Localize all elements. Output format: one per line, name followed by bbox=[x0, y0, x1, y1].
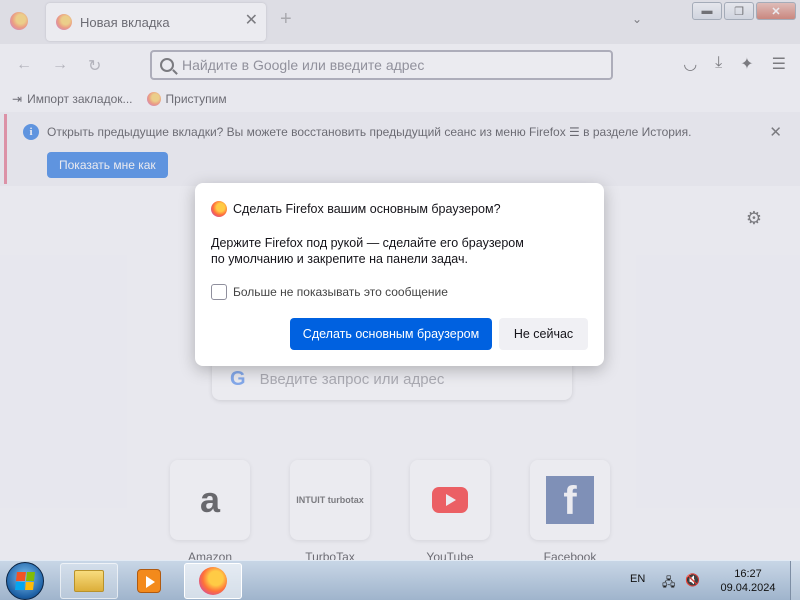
default-browser-dialog: Сделать Firefox вашим основным браузером… bbox=[195, 183, 604, 366]
media-player-icon bbox=[137, 569, 161, 593]
checkbox-box[interactable] bbox=[211, 284, 227, 300]
dialog-title: Сделать Firefox вашим основным браузером… bbox=[211, 201, 501, 217]
taskbar-firefox[interactable] bbox=[184, 563, 242, 599]
checkbox-label: Больше не показывать это сообщение bbox=[233, 285, 448, 299]
not-now-button[interactable]: Не сейчас bbox=[499, 318, 588, 350]
dialog-body: Держите Firefox под рукой — сделайте его… bbox=[211, 236, 524, 266]
dialog-title-text: Сделать Firefox вашим основным браузером… bbox=[233, 202, 501, 216]
set-default-button[interactable]: Сделать основным браузером bbox=[290, 318, 492, 350]
clock-time: 16:27 bbox=[734, 568, 762, 580]
clock-date: 09.04.2024 bbox=[720, 582, 776, 594]
clock[interactable]: 16:27 09.04.2024 bbox=[712, 567, 784, 595]
taskbar: EN 🖧 🔇 16:27 09.04.2024 bbox=[0, 560, 800, 600]
start-button[interactable] bbox=[6, 562, 44, 600]
language-indicator[interactable]: EN bbox=[630, 573, 645, 585]
folder-icon bbox=[74, 570, 104, 592]
show-desktop-button[interactable] bbox=[790, 561, 800, 600]
taskbar-media-player[interactable] bbox=[120, 563, 178, 599]
firefox-icon bbox=[199, 567, 227, 595]
volume-muted-icon[interactable]: 🔇 bbox=[685, 573, 700, 594]
system-tray: 🖧 🔇 bbox=[662, 573, 700, 594]
firefox-icon bbox=[211, 201, 227, 217]
windows-logo-icon bbox=[15, 572, 35, 590]
dont-show-again-checkbox[interactable]: Больше не показывать это сообщение bbox=[211, 284, 448, 300]
network-icon[interactable]: 🖧 bbox=[662, 573, 675, 594]
taskbar-explorer[interactable] bbox=[60, 563, 118, 599]
